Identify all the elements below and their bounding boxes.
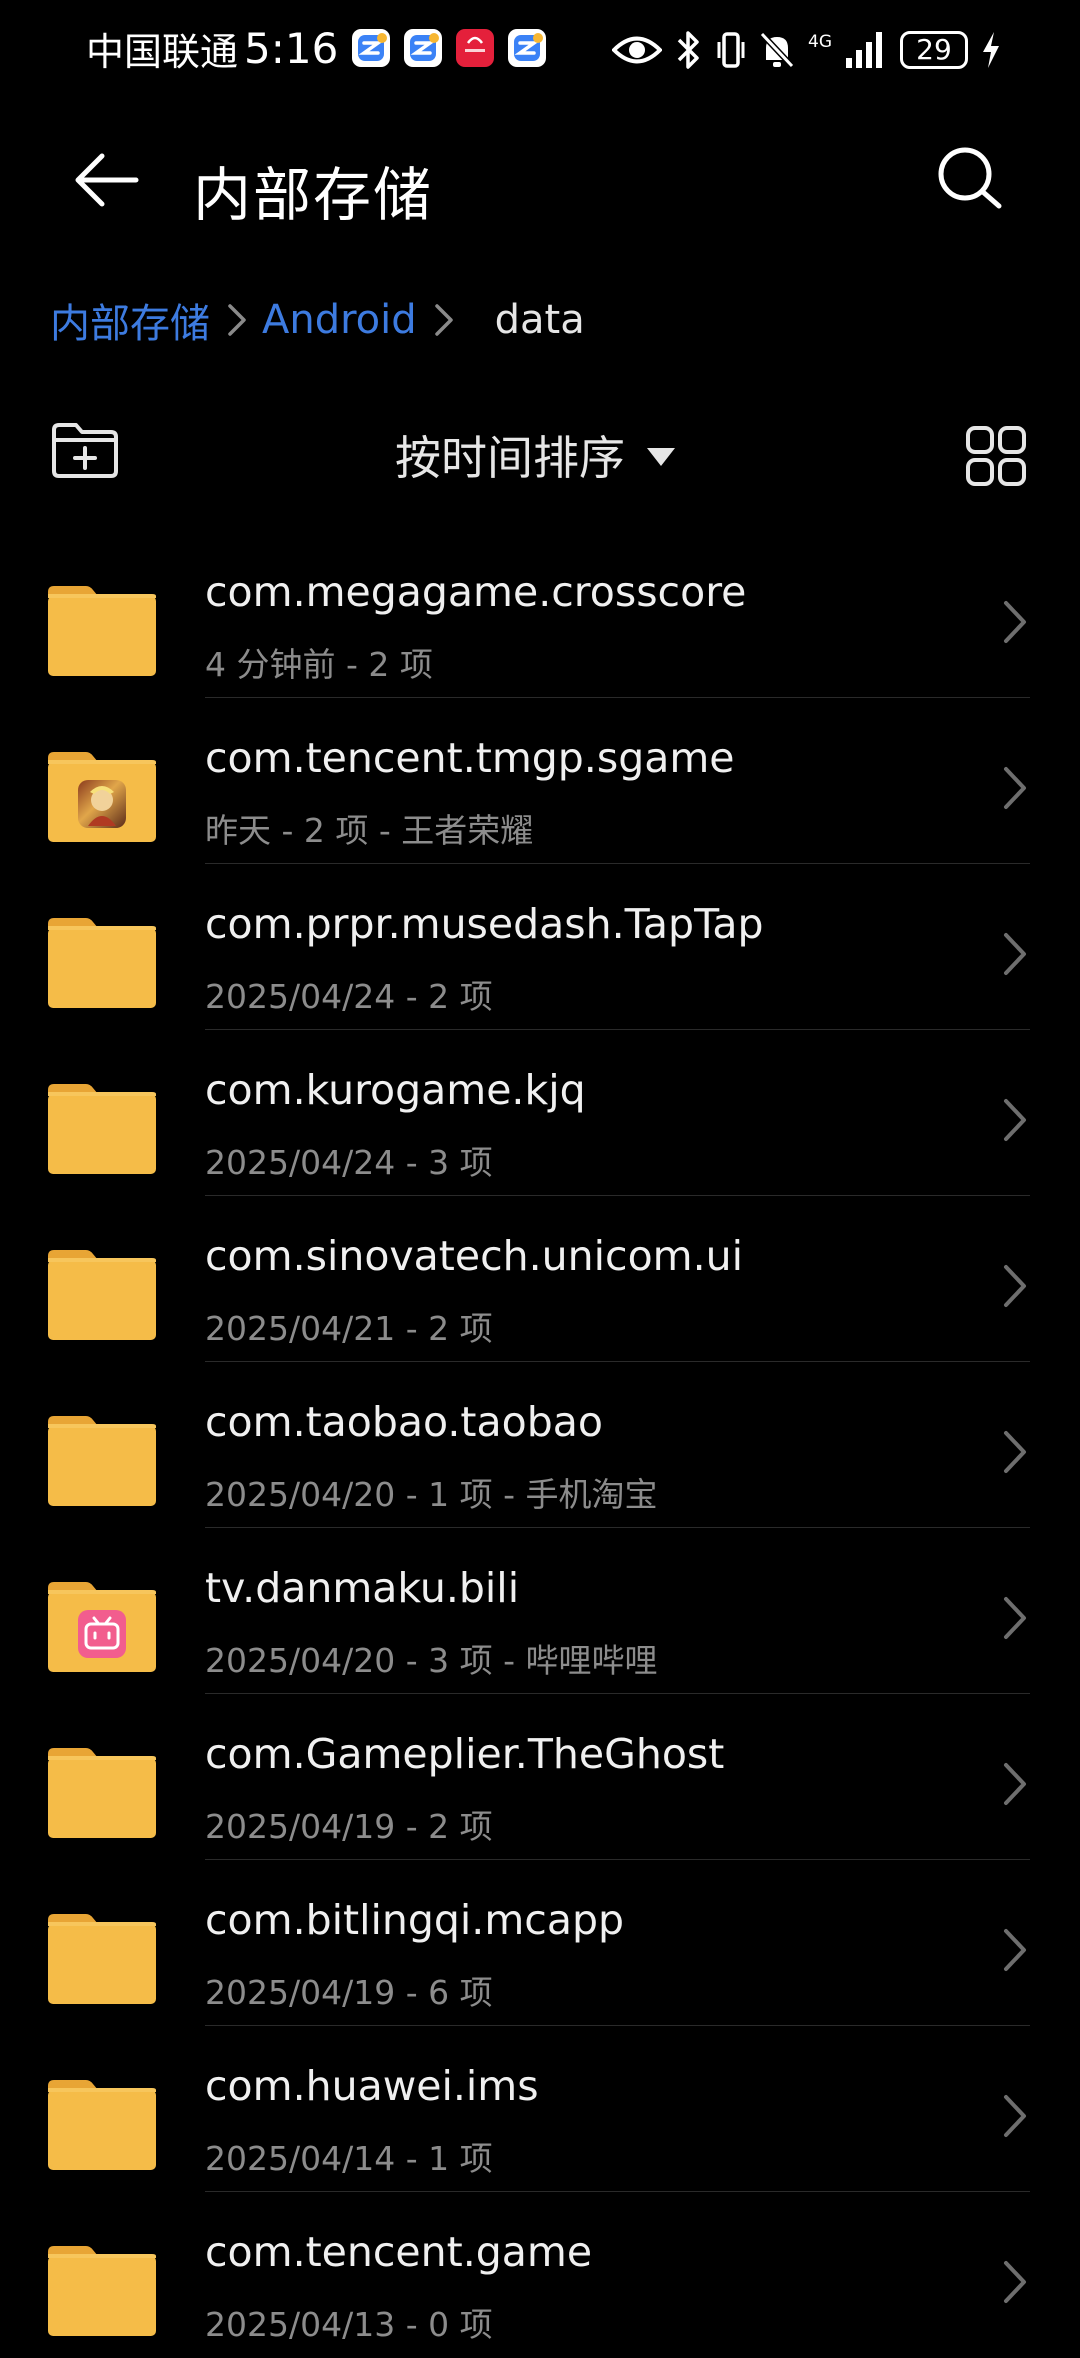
notification-app-icon [404,29,443,67]
mute-bell-icon [759,31,795,69]
notification-app-icon [508,29,547,67]
file-row[interactable]: tv.danmaku.bili 2025/04/20 - 3 项 - 哔哩哔哩 [0,1528,1080,1694]
file-meta: 2025/04/19 - 6 项 [205,1973,493,2012]
bilibili-icon [78,1610,126,1658]
chevron-right-icon [1004,1763,1026,1805]
file-name: com.bitlingqi.mcapp [205,1896,624,1944]
back-button[interactable] [70,150,140,210]
file-row[interactable]: com.huawei.ims 2025/04/14 - 1 项 [0,2026,1080,2192]
file-name: com.tencent.game [205,2228,593,2276]
chevron-right-icon [1004,1431,1026,1473]
breadcrumb-current: data [494,297,585,343]
file-row[interactable]: com.Gameplier.TheGhost 2025/04/19 - 2 项 [0,1694,1080,1860]
file-meta: 2025/04/13 - 0 项 [205,2305,493,2344]
carrier-label: 中国联通 [86,29,239,74]
file-row[interactable]: com.tencent.tmgp.sgame 昨天 - 2 项 - 王者荣耀 [0,698,1080,864]
folder-icon [48,1580,156,1672]
file-row[interactable]: com.tencent.game 2025/04/13 - 0 项 [0,2192,1080,2358]
folder-icon [48,750,156,842]
grid-view-button[interactable] [965,425,1027,487]
chevron-right-icon [1004,1597,1026,1639]
file-name: com.Gameplier.TheGhost [205,1730,725,1778]
folder-icon [48,1414,156,1506]
breadcrumb-item-internal-storage[interactable]: 内部存储 [50,291,210,349]
chevron-right-icon [1004,2261,1026,2303]
chevron-right-icon [228,304,246,336]
file-row[interactable]: com.prpr.musedash.TapTap 2025/04/24 - 2 … [0,864,1080,1030]
file-name: com.taobao.taobao [205,1398,603,1446]
chevron-right-icon [1004,1929,1026,1971]
chevron-right-icon [1004,1099,1026,1141]
chevron-right-icon [1004,1265,1026,1307]
chevron-right-icon [1004,767,1026,809]
file-name: tv.danmaku.bili [205,1564,520,1612]
notification-app-icon [352,29,391,67]
sort-dropdown[interactable]: 按时间排序 [395,410,675,500]
clock: 5:16 [244,23,339,73]
battery-level: 29 [916,33,952,66]
status-bar: 中国联通 5:16 4G 29 [0,0,1080,100]
file-row[interactable]: com.megagame.crosscore 4 分钟前 - 2 项 [0,532,1080,698]
folder-icon [48,1082,156,1174]
folder-icon [48,1248,156,1340]
folder-icon [48,916,156,1008]
chevron-right-icon [434,304,453,336]
file-name: com.tencent.tmgp.sgame [205,734,735,782]
file-meta: 昨天 - 2 项 - 王者荣耀 [205,811,534,850]
toolbar: 按时间排序 [0,410,1080,500]
vibrate-icon [717,32,745,68]
file-name: com.megagame.crosscore [205,568,747,616]
folder-icon [48,1912,156,2004]
file-row[interactable]: com.sinovatech.unicom.ui 2025/04/21 - 2 … [0,1196,1080,1362]
file-meta: 2025/04/20 - 1 项 - 手机淘宝 [205,1475,658,1514]
battery-indicator: 29 [900,31,968,69]
network-label: 4G [808,31,832,52]
chevron-right-icon [1004,601,1026,643]
file-row[interactable]: com.kurogame.kjq 2025/04/24 - 3 项 [0,1030,1080,1196]
app-bar: 内部存储 [0,120,1080,240]
file-name: com.sinovatech.unicom.ui [205,1232,744,1280]
app-badge-icon [78,780,126,828]
folder-icon [48,584,156,676]
eye-icon [612,36,662,64]
bluetooth-icon [677,31,699,69]
file-row[interactable]: com.bitlingqi.mcapp 2025/04/19 - 6 项 [0,1860,1080,2026]
charging-icon [983,32,999,68]
file-list: com.megagame.crosscore 4 分钟前 - 2 项 com.t… [0,532,1080,2358]
new-folder-button[interactable] [50,420,120,480]
file-meta: 2025/04/14 - 1 项 [205,2139,493,2178]
file-name: com.kurogame.kjq [205,1066,586,1114]
file-meta: 2025/04/24 - 3 项 [205,1143,493,1182]
file-name: com.prpr.musedash.TapTap [205,900,764,948]
page-title: 内部存储 [193,161,434,229]
file-row[interactable]: com.taobao.taobao 2025/04/20 - 1 项 - 手机淘… [0,1362,1080,1528]
signal-icon [846,32,882,68]
chevron-right-icon [1004,933,1026,975]
folder-icon [48,2244,156,2336]
huawei-store-icon [456,29,495,67]
file-meta: 2025/04/24 - 2 项 [205,977,493,1016]
file-meta: 4 分钟前 - 2 项 [205,645,433,684]
sort-label: 按时间排序 [395,431,625,485]
folder-icon [48,2078,156,2170]
caret-down-icon [647,448,675,466]
breadcrumb-item-android[interactable]: Android [262,297,417,343]
file-meta: 2025/04/20 - 3 项 - 哔哩哔哩 [205,1641,658,1680]
new-folder-icon [52,423,118,478]
file-meta: 2025/04/19 - 2 项 [205,1807,493,1846]
folder-icon [48,1746,156,1838]
search-icon [938,147,1002,209]
file-meta: 2025/04/21 - 2 项 [205,1309,493,1348]
breadcrumb: 内部存储 Android data [50,290,585,350]
grid-view-icon [966,426,1026,486]
arrow-left-icon [75,153,139,207]
search-button[interactable] [935,144,1005,214]
file-name: com.huawei.ims [205,2062,539,2110]
chevron-right-icon [1004,2095,1026,2137]
